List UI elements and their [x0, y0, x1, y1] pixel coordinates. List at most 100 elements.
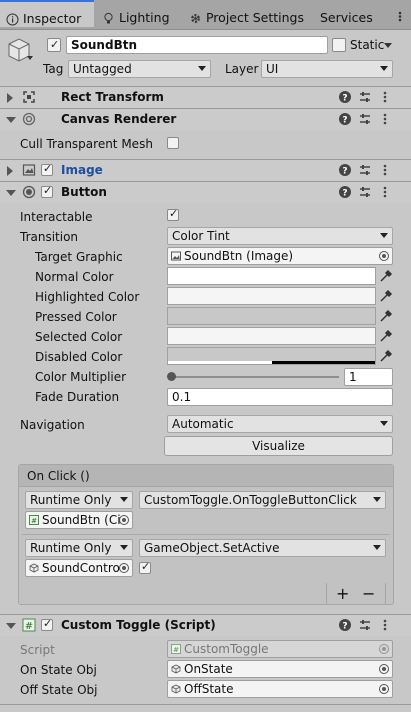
- on-state-obj-field[interactable]: OnState: [167, 660, 393, 678]
- context-menu-icon[interactable]: [378, 112, 392, 126]
- eyedropper-icon[interactable]: [379, 289, 393, 303]
- foldout-arrow-icon[interactable]: [7, 93, 13, 103]
- object-picker-icon[interactable]: [119, 515, 129, 525]
- tag-dropdown[interactable]: Untagged: [68, 60, 211, 78]
- presets-icon[interactable]: [358, 163, 372, 177]
- script-icon: #: [171, 644, 181, 654]
- context-menu-icon[interactable]: [378, 185, 392, 199]
- button-title: Button: [61, 185, 107, 199]
- color-multiplier-field[interactable]: 1: [344, 368, 393, 386]
- transition-dropdown[interactable]: Color Tint: [167, 227, 393, 245]
- on-click-title: On Click (): [27, 469, 90, 483]
- image-title: Image: [61, 163, 103, 177]
- context-menu-icon[interactable]: [378, 163, 392, 177]
- event2-runtime-dropdown[interactable]: Runtime Only: [25, 539, 133, 557]
- tag-label: Tag: [43, 62, 64, 76]
- check-icon: ✓: [43, 617, 53, 630]
- highlighted-color-swatch[interactable]: [167, 287, 376, 305]
- gameobject-icon-dropdown[interactable]: [27, 56, 33, 60]
- script-field: # CustomToggle: [167, 640, 393, 658]
- svg-text:?: ?: [342, 94, 347, 104]
- remove-event-button[interactable]: −: [362, 584, 375, 603]
- visualize-button[interactable]: Visualize: [164, 436, 393, 456]
- interactable-checkbox[interactable]: ✓: [167, 207, 179, 221]
- presets-icon[interactable]: [358, 90, 372, 104]
- event1-runtime-dropdown[interactable]: Runtime Only: [25, 491, 133, 509]
- off-state-obj-field[interactable]: OffState: [167, 680, 393, 698]
- transition-label: Transition: [20, 230, 79, 244]
- button-header[interactable]: ✓ Button ?: [0, 181, 411, 203]
- foldout-arrow-icon[interactable]: [7, 166, 13, 176]
- alpha-bar-fill: [272, 361, 375, 364]
- selected-color-swatch[interactable]: [167, 327, 376, 345]
- target-graphic-field[interactable]: SoundBtn (Image): [167, 247, 393, 265]
- eyedropper-icon[interactable]: [379, 269, 393, 283]
- event1-object-field[interactable]: # SoundBtn (Ci: [25, 511, 133, 529]
- color-multiplier-slider-thumb[interactable]: [167, 372, 176, 381]
- script-label: Script: [20, 643, 55, 657]
- tab-lighting[interactable]: Lighting: [102, 0, 170, 29]
- context-menu-icon[interactable]: [378, 90, 392, 104]
- event2-object-value: SoundContro: [42, 561, 120, 575]
- chevron-down-icon: [120, 497, 128, 502]
- foldout-arrow-icon[interactable]: [6, 190, 16, 196]
- event1-function-value: CustomToggle.OnToggleButtonClick: [144, 493, 357, 507]
- svg-text:?: ?: [342, 167, 347, 177]
- more-tabs-icon[interactable]: [393, 9, 407, 23]
- add-event-button[interactable]: +: [336, 584, 349, 603]
- help-icon[interactable]: ?: [338, 163, 352, 177]
- chevron-down-icon: [380, 421, 388, 426]
- chevron-down-icon: [373, 497, 381, 502]
- pressed-color-swatch[interactable]: [167, 307, 376, 325]
- active-checkbox[interactable]: ✓: [47, 38, 61, 52]
- presets-icon[interactable]: [358, 618, 372, 632]
- object-picker-icon[interactable]: [119, 563, 129, 573]
- tab-lighting-label: Lighting: [118, 10, 170, 25]
- static-dropdown-arrow[interactable]: [384, 43, 392, 48]
- help-icon[interactable]: ?: [338, 618, 352, 632]
- help-icon[interactable]: ?: [338, 185, 352, 199]
- object-picker-icon[interactable]: [379, 251, 389, 261]
- custom-toggle-header[interactable]: # ✓ Custom Toggle (Script) ?: [0, 614, 411, 636]
- color-multiplier-slider-track[interactable]: [171, 376, 339, 378]
- event1-function-dropdown[interactable]: CustomToggle.OnToggleButtonClick: [139, 491, 386, 509]
- presets-icon[interactable]: [358, 185, 372, 199]
- gameobject-name-field[interactable]: SoundBtn: [66, 36, 328, 54]
- context-menu-icon[interactable]: [378, 618, 392, 632]
- layer-dropdown[interactable]: UI: [261, 60, 393, 78]
- normal-color-swatch[interactable]: [167, 267, 376, 285]
- tab-bar: Inspector Lighting Project Settings Serv…: [0, 0, 411, 30]
- custom-toggle-enabled-checkbox[interactable]: ✓: [41, 617, 53, 631]
- eyedropper-icon[interactable]: [379, 309, 393, 323]
- object-picker-icon[interactable]: [379, 684, 389, 694]
- foldout-arrow-icon[interactable]: [6, 117, 16, 123]
- button-enabled-checkbox[interactable]: ✓: [41, 184, 53, 198]
- disabled-color-label: Disabled Color: [35, 350, 123, 364]
- tab-project-settings[interactable]: Project Settings: [189, 0, 304, 29]
- rect-transform-header[interactable]: Rect Transform ?: [0, 86, 411, 108]
- foldout-arrow-icon[interactable]: [6, 623, 16, 629]
- navigation-dropdown[interactable]: Automatic: [167, 415, 393, 433]
- tab-services[interactable]: Services: [320, 0, 373, 29]
- selected-color-label: Selected Color: [35, 330, 123, 344]
- image-enabled-checkbox[interactable]: ✓: [41, 162, 53, 176]
- canvas-renderer-header[interactable]: Canvas Renderer ?: [0, 108, 411, 130]
- event2-object-field[interactable]: SoundContro: [25, 559, 133, 577]
- static-checkbox[interactable]: [332, 38, 346, 52]
- presets-icon[interactable]: [358, 112, 372, 126]
- fade-duration-field[interactable]: 0.1: [167, 388, 393, 406]
- tab-inspector[interactable]: Inspector: [0, 0, 94, 27]
- image-icon: [171, 251, 181, 261]
- image-header[interactable]: ✓ Image ?: [0, 159, 411, 181]
- help-icon[interactable]: ?: [338, 90, 352, 104]
- interactable-label: Interactable: [20, 210, 93, 224]
- event2-runtime-value: Runtime Only: [30, 541, 112, 555]
- eyedropper-icon[interactable]: [379, 329, 393, 343]
- event2-function-dropdown[interactable]: GameObject.SetActive: [139, 539, 386, 557]
- disabled-color-swatch[interactable]: [167, 347, 376, 365]
- object-picker-icon[interactable]: [379, 664, 389, 674]
- cull-transparent-mesh-checkbox[interactable]: [167, 137, 179, 149]
- event2-bool-checkbox[interactable]: ✓: [139, 560, 151, 574]
- help-icon[interactable]: ?: [338, 112, 352, 126]
- eyedropper-icon[interactable]: [379, 349, 393, 363]
